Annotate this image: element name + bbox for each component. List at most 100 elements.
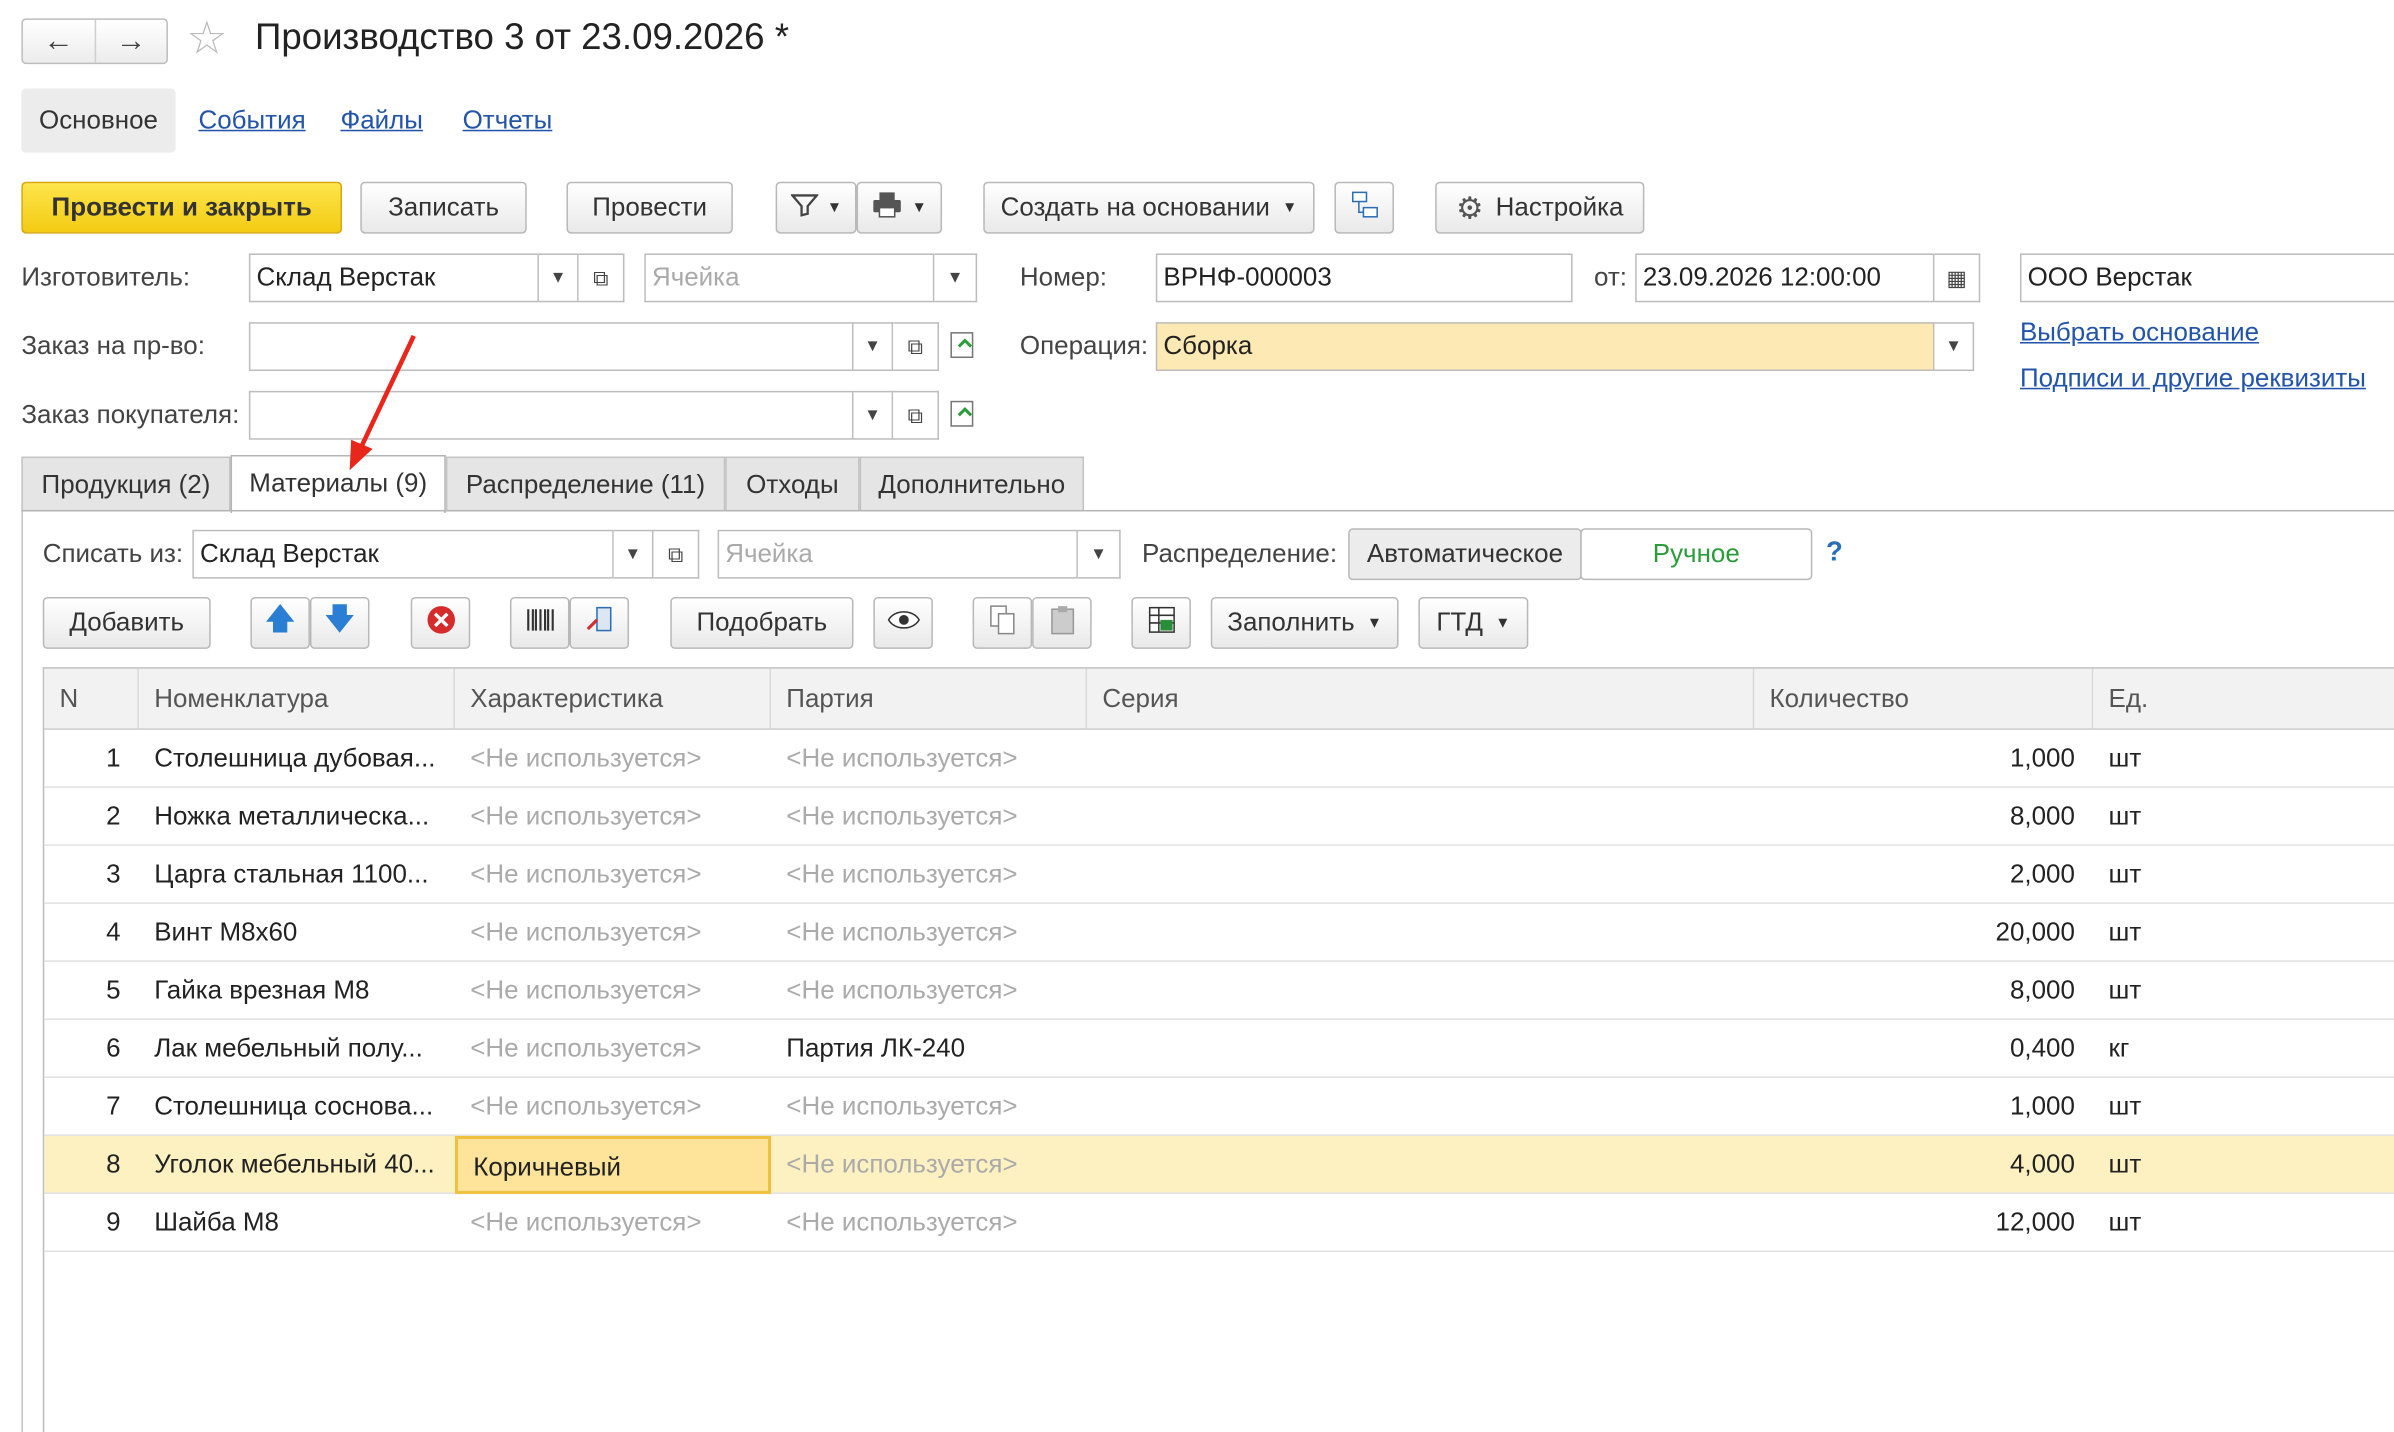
table-cell[interactable]: <Не используется> [455,1078,771,1136]
chevron-down-icon[interactable]: ▼ [613,529,654,579]
table-row[interactable]: 2 Ножка металлическа... <Не используется> <… [44,788,2394,846]
table-cell[interactable]: <Не используется> [771,1194,1087,1252]
help-icon[interactable]: ? [1826,536,1843,568]
table-cell[interactable]: шт [2093,1078,2394,1136]
table-cell[interactable]: <Не используется> [455,846,771,904]
table-cell[interactable]: шт [2093,730,2394,788]
table-cell[interactable]: 8 [44,1136,139,1194]
column-header[interactable]: Ед. [2093,669,2394,730]
column-header[interactable]: Серия [1087,668,1755,730]
open-icon[interactable]: ⧉ [578,253,625,303]
create-document-icon[interactable] [947,327,981,364]
table-cell[interactable]: шт [2093,788,2394,846]
move-down-button[interactable]: 🡇 [309,596,370,649]
create-based-on-button[interactable]: Создать на основании ▼ [983,181,1315,234]
table-cell[interactable]: 1,000 [1754,730,2093,788]
table-cell[interactable]: 3 [44,846,139,904]
table-cell[interactable]: Ножка металлическа... [139,788,455,846]
data-collection-button[interactable] [569,596,630,649]
table-cell[interactable] [1087,1194,1754,1252]
tab-files[interactable]: Файлы [340,89,422,153]
table-cell[interactable]: шт [2093,846,2394,904]
table-cell[interactable]: 8,000 [1754,962,2093,1020]
gtd-button[interactable]: ГТД ▼ [1418,596,1529,649]
chevron-down-icon[interactable]: ▼ [538,253,579,303]
pick-button[interactable]: Подобрать [670,596,854,649]
manufacturer-field[interactable]: Склад Верстак [248,253,539,303]
tab-reports[interactable]: Отчеты [463,89,553,153]
table-cell[interactable]: 7 [44,1078,139,1136]
view-button[interactable] [873,596,933,649]
writeoff-field[interactable]: Склад Верстак [192,529,614,579]
table-cell[interactable]: шт [2093,962,2394,1020]
table-cell[interactable]: Уголок мебельный 40... [139,1136,455,1194]
paste-button[interactable] [1032,596,1092,649]
table-cell[interactable]: <Не используется> [771,904,1087,962]
table-cell[interactable]: 0,400 [1754,1020,2093,1078]
table-cell[interactable]: 9 [44,1194,139,1252]
table-cell[interactable]: <Не используется> [771,1136,1087,1194]
table-cell[interactable]: Коричневый [454,1135,772,1194]
table-cell[interactable]: шт [2093,1136,2394,1194]
table-cell[interactable]: Партия ЛК-240 [771,1020,1087,1078]
table-cell[interactable]: 2 [44,788,139,846]
favorite-star-icon[interactable]: ☆ [186,15,227,64]
table-cell[interactable]: Столешница соснова... [139,1078,455,1136]
table-cell[interactable] [1087,730,1754,788]
column-header[interactable]: Номенклатура [139,668,455,730]
table-cell[interactable]: 1 [44,730,139,788]
table-cell[interactable]: Шайба М8 [139,1194,455,1252]
table-cell[interactable] [1087,1136,1754,1194]
table-row[interactable]: 3 Царга стальная 1100... <Не используется>… [44,846,2394,904]
table-cell[interactable]: 20,000 [1754,904,2093,962]
table-cell[interactable]: 6 [44,1020,139,1078]
print-button[interactable]: ▼ [856,181,943,234]
forward-arrow-icon[interactable]: → [95,20,166,63]
choose-basis-link[interactable]: Выбрать основание [2020,318,2259,349]
barcode-button[interactable] [509,596,570,649]
tab-products[interactable]: Продукция (2) [21,456,231,512]
back-arrow-icon[interactable]: ← [23,19,96,63]
table-cell[interactable]: <Не используется> [455,1194,771,1252]
table-cell[interactable]: 5 [44,962,139,1020]
operation-field[interactable]: Сборка [1155,322,1935,372]
fill-button[interactable]: Заполнить ▼ [1210,596,1399,649]
excel-load-button[interactable] [1131,596,1191,649]
tab-events[interactable]: События [198,89,305,153]
table-cell[interactable] [1087,962,1754,1020]
delete-button[interactable] [410,596,471,649]
table-cell[interactable]: <Не используется> [455,788,771,846]
table-cell[interactable]: 1,000 [1754,1078,2093,1136]
table-cell[interactable]: шт [2093,904,2394,962]
table-cell[interactable]: кг [2093,1020,2394,1078]
post-and-close-button[interactable]: Провести и закрыть [21,181,343,234]
tab-distribution[interactable]: Распределение (11) [445,456,726,512]
table-cell[interactable]: <Не используется> [771,962,1087,1020]
auto-distribution-toggle[interactable]: Автоматическое [1348,528,1582,581]
writeoff-cell-field[interactable]: Ячейка [717,529,1078,579]
table-cell[interactable]: <Не используется> [771,730,1087,788]
tab-waste[interactable]: Отходы [725,456,860,512]
table-cell[interactable]: 12,000 [1754,1194,2093,1252]
column-header[interactable]: Количество [1754,668,2094,730]
date-field[interactable]: 23.09.2026 12:00:00 [1635,253,1935,303]
manual-distribution-toggle[interactable]: Ручное [1580,528,1813,581]
table-cell[interactable]: 4,000 [1754,1136,2093,1194]
table-cell[interactable]: 2,000 [1754,846,2093,904]
table-cell[interactable] [1087,788,1754,846]
structure-button[interactable] [1334,181,1394,234]
customer-order-field[interactable] [248,390,854,440]
filter-button[interactable]: ▼ [775,181,857,234]
copy-button[interactable] [972,596,1033,649]
table-cell[interactable]: <Не используется> [455,730,771,788]
table-row[interactable]: 5 Гайка врезная М8 <Не используется> <Не ис… [44,962,2394,1020]
column-header[interactable]: Партия [771,668,1088,730]
move-up-button[interactable]: 🡅 [250,596,310,649]
table-cell[interactable]: <Не используется> [455,904,771,962]
table-cell[interactable]: <Не используется> [771,846,1087,904]
table-cell[interactable]: Винт М8х60 [139,904,455,962]
table-cell[interactable]: Лак мебельный полу... [139,1020,455,1078]
add-button[interactable]: Добавить [42,596,211,649]
table-row[interactable]: 1 Столешница дубовая... <Не используется> <… [44,730,2394,788]
table-cell[interactable]: <Не используется> [455,962,771,1020]
